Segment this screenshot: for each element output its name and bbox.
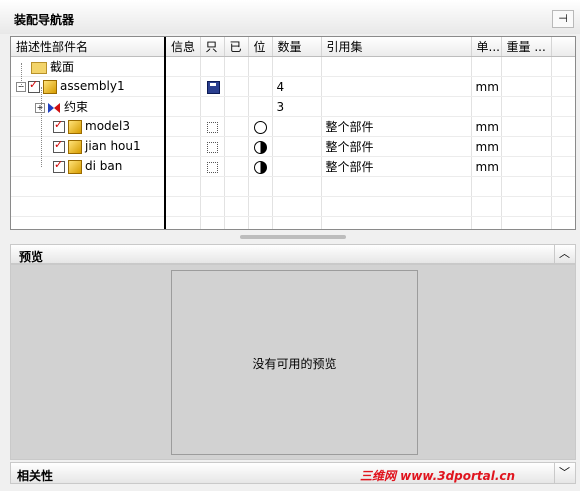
empty-row	[11, 196, 575, 217]
row-unit: mm	[471, 116, 502, 137]
col-header-refset[interactable]: 引用集	[321, 37, 472, 57]
checkbox-checked-icon[interactable]	[53, 118, 65, 133]
col-header-position[interactable]: 位	[248, 37, 273, 57]
position-partial-icon	[253, 140, 267, 154]
checkbox-checked-icon[interactable]	[53, 158, 65, 173]
row-qty	[272, 136, 322, 157]
row-refset	[321, 96, 472, 117]
assembly-tree[interactable]: 描述性部件名 信息 只 已 位 数量 引用集 单... 重量 ... 截面 −a…	[10, 36, 576, 230]
save-icon	[206, 80, 220, 94]
col-header-info[interactable]: 信息	[165, 37, 201, 57]
expand-down-icon[interactable]: ﹀	[554, 463, 574, 483]
col-header-readonly[interactable]: 只	[200, 37, 225, 57]
component-icon	[68, 159, 82, 174]
table-row[interactable]: + 约束 3	[11, 96, 575, 117]
assembly-table: 描述性部件名 信息 只 已 位 数量 引用集 单... 重量 ... 截面 −a…	[11, 37, 575, 229]
row-name: di ban	[85, 159, 123, 174]
empty-row	[11, 176, 575, 197]
row-unit	[471, 96, 502, 117]
checkbox-checked-icon[interactable]	[28, 78, 40, 93]
related-title: 相关性	[17, 469, 54, 483]
row-refset	[321, 56, 472, 77]
table-row[interactable]: model3 整个部件 mm	[11, 116, 575, 137]
navigator-title: 装配导航器	[14, 13, 75, 27]
row-qty: 4	[272, 76, 322, 97]
constraint-icon	[48, 102, 60, 113]
component-icon	[68, 119, 82, 134]
row-qty	[272, 56, 322, 77]
watermark: 三维网 www.3dportal.cn	[360, 469, 516, 483]
preview-panel: 没有可用的预览	[10, 264, 576, 460]
table-row[interactable]: di ban 整个部件 mm	[11, 156, 575, 177]
col-header-extra	[551, 37, 575, 57]
row-name: 约束	[64, 100, 89, 114]
readonly-empty-icon	[206, 121, 218, 133]
row-unit: mm	[471, 156, 502, 177]
row-refset	[321, 76, 472, 97]
table-header: 描述性部件名 信息 只 已 位 数量 引用集 单... 重量 ...	[11, 37, 575, 57]
row-unit: mm	[471, 76, 502, 97]
row-name: jian hou1	[85, 139, 141, 154]
row-name: model3	[85, 119, 130, 134]
position-partial-icon	[253, 160, 267, 174]
table-row[interactable]: 截面	[11, 56, 575, 77]
preview-title: 预览	[19, 250, 44, 264]
col-header-unit[interactable]: 单...	[471, 37, 502, 57]
row-qty	[272, 156, 322, 177]
col-header-loaded[interactable]: 已	[224, 37, 249, 57]
col-header-name[interactable]: 描述性部件名	[11, 37, 166, 57]
component-icon	[68, 139, 82, 154]
navigator-title-bar: 装配导航器 ⊣	[0, 0, 580, 34]
preview-message: 没有可用的预览	[252, 357, 337, 371]
preview-area: 没有可用的预览	[171, 270, 418, 455]
tree-line	[41, 87, 42, 167]
readonly-empty-icon	[206, 161, 218, 173]
assembly-icon	[43, 79, 57, 94]
row-refset: 整个部件	[321, 156, 472, 177]
row-refset: 整个部件	[321, 116, 472, 137]
panel-splitter[interactable]	[240, 235, 346, 239]
row-refset: 整个部件	[321, 136, 472, 157]
preview-header[interactable]: 预览 ︿	[10, 244, 576, 264]
folder-icon	[31, 61, 47, 74]
col-header-weight[interactable]: 重量 ...	[501, 37, 552, 57]
expand-icon[interactable]: +	[35, 102, 45, 113]
table-row[interactable]: jian hou1 整个部件 mm	[11, 136, 575, 157]
row-name: 截面	[50, 60, 75, 74]
readonly-empty-icon	[206, 141, 218, 153]
row-qty	[272, 116, 322, 137]
pin-button[interactable]: ⊣	[552, 10, 574, 28]
col-header-quantity[interactable]: 数量	[272, 37, 322, 57]
row-qty: 3	[272, 96, 322, 117]
tree-line	[21, 63, 22, 87]
row-name: assembly1	[60, 79, 125, 94]
collapse-up-icon[interactable]: ︿	[554, 245, 574, 263]
table-row[interactable]: −assembly1 4 mm	[11, 76, 575, 97]
row-unit: mm	[471, 136, 502, 157]
checkbox-checked-icon[interactable]	[53, 138, 65, 153]
row-unit	[471, 56, 502, 77]
pin-icon: ⊣	[558, 12, 568, 25]
empty-row	[11, 216, 575, 229]
position-free-icon	[253, 120, 267, 134]
